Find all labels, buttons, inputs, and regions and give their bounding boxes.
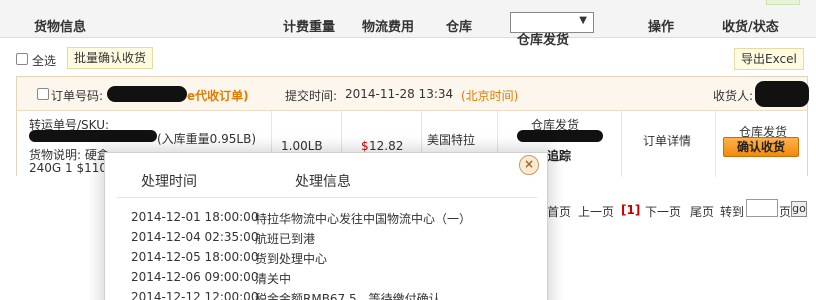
page-number-input[interactable]	[746, 199, 778, 217]
inbound-weight: (入库重量0.95LB)	[157, 132, 257, 146]
order-number-label: 订单号码:	[51, 89, 104, 103]
close-icon[interactable]: ×	[519, 155, 539, 175]
tracking-event: 2014-12-01 18:00:00 特拉华物流中心发往中国物流中心（一）	[105, 210, 549, 230]
popup-col-info: 处理信息	[295, 174, 351, 190]
popup-col-time: 处理时间	[141, 174, 197, 190]
col-receive-status: 收货/状态	[722, 20, 779, 35]
event-info: 清关中	[255, 272, 292, 286]
order-type-label[interactable]: e代收订单)	[187, 87, 249, 104]
col-warehouse: 仓库	[446, 20, 473, 35]
col-goods-info: 货物信息	[34, 20, 87, 35]
event-info: 税金金额RMB67.5，等待缴付确认	[255, 292, 441, 300]
event-info: 货到处理中心	[255, 252, 328, 266]
redacted-carrier	[517, 130, 603, 142]
event-time: 2014-12-01 18:00:00	[131, 210, 259, 224]
tracking-event: 2014-12-04 02:35:00 航班已到港	[105, 230, 549, 250]
tracking-event: 2014-12-12 12:00:00 税金金额RMB67.5，等待缴付确认	[105, 290, 549, 300]
redacted-order-number	[107, 86, 187, 102]
dropdown-arrow-icon: ▼	[579, 15, 587, 26]
event-time: 2014-12-12 12:00:00	[131, 290, 259, 300]
go-button[interactable]: go	[791, 201, 807, 217]
recipient-label: 收货人:	[713, 89, 754, 103]
pager-goto-label: 转到	[720, 205, 745, 219]
submit-time-value: 2014-11-28 13:34	[345, 87, 454, 101]
submit-time-label: 提交时间:	[285, 89, 338, 103]
batch-confirm-button[interactable]: 批量确认收货	[67, 47, 154, 69]
event-info: 航班已到港	[255, 232, 316, 246]
pager-current: [1]	[621, 203, 641, 217]
goods-description-line: 240G 1 $110	[29, 161, 108, 175]
event-time: 2014-12-05 18:00:00	[131, 250, 259, 264]
pager-last[interactable]: 尾页	[690, 203, 714, 220]
pager-next[interactable]: 下一页	[645, 203, 681, 220]
col-actions: 操作	[648, 20, 675, 35]
redacted-tracking-number	[29, 130, 157, 142]
export-excel-button[interactable]: 导出Excel	[734, 48, 804, 70]
column-divider	[621, 111, 622, 177]
fee-currency: $	[361, 139, 369, 153]
pager-prev[interactable]: 上一页	[578, 203, 614, 220]
shipping-fee-value: 12.82	[369, 139, 404, 153]
order-header: 订单号码: e代收订单) 提交时间: 2014-11-28 13:34 (北京时…	[17, 77, 809, 111]
top-tab-edge	[766, 0, 800, 5]
col-billed-weight: 计费重量	[283, 20, 336, 35]
track-link[interactable]: 追踪	[547, 147, 571, 164]
event-time: 2014-12-04 02:35:00	[131, 230, 259, 244]
pager-first[interactable]: 首页	[547, 203, 571, 220]
pager-page-unit: 页	[779, 205, 792, 219]
billed-weight-value: 1.00LB	[281, 139, 323, 153]
column-divider	[715, 111, 716, 177]
confirm-receipt-button[interactable]: 确认收货	[723, 137, 799, 157]
beijing-time-note: (北京时间)	[461, 89, 519, 103]
popup-divider	[117, 197, 537, 198]
tracking-event: 2014-12-06 09:00:00 清关中	[105, 270, 549, 290]
table-header: 货物信息 计费重量 物流费用 仓库 仓库发货 ▼ 操作 收货/状态	[0, 0, 816, 48]
tracking-popup: 处理时间 处理信息 2014-12-01 18:00:00 特拉华物流中心发往中…	[104, 152, 548, 300]
order-checkbox[interactable]	[37, 88, 49, 100]
warehouse-filter-select[interactable]: 仓库发货 ▼	[510, 12, 594, 48]
warehouse-name: 美国特拉	[427, 133, 476, 147]
col-shipping-fee: 物流费用	[362, 20, 415, 35]
event-info: 特拉华物流中心发往中国物流中心（一）	[255, 212, 472, 226]
event-time: 2014-12-06 09:00:00	[131, 270, 259, 284]
toolbar: 全选 批量确认收货 导出Excel	[0, 44, 816, 72]
order-details-link[interactable]: 订单详情	[643, 132, 691, 149]
select-all-checkbox[interactable]	[16, 53, 28, 65]
tracking-event: 2014-12-05 18:00:00 货到处理中心	[105, 250, 549, 270]
redacted-recipient	[755, 81, 809, 107]
select-all-label: 全选	[32, 54, 57, 68]
